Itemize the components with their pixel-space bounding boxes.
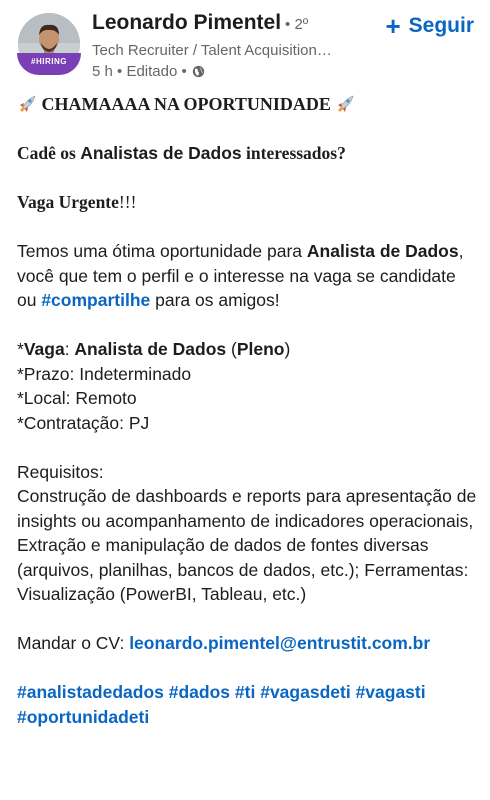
plus-icon: +	[385, 11, 401, 41]
post-title: CHAMAAAA NA OPORTUNIDADE	[41, 94, 331, 114]
post-time: 5 h • Editado •	[92, 63, 187, 80]
vaga-paren-open: (	[226, 339, 237, 359]
hashtags-line: #analistadedados #dados #ti #vagasdeti #…	[17, 680, 477, 729]
question-bold: Analistas de Dados	[80, 143, 242, 163]
hashtag-link[interactable]: #oportunidadeti	[17, 707, 149, 727]
intro-role: Analista de Dados	[306, 241, 459, 261]
requirements-title: Requisitos:	[17, 461, 104, 482]
hashtag-link[interactable]: #vagasdeti	[260, 682, 350, 702]
cv-label: Mandar o CV:	[17, 633, 130, 653]
author-name[interactable]: Leonardo Pimentel	[92, 11, 281, 35]
vaga-paren-close: )	[284, 339, 291, 359]
prazo-line: *Prazo: Indeterminado	[17, 363, 192, 384]
urgent-rest: !!!	[118, 192, 137, 212]
requirements-text: Construção de dashboards e reports para …	[17, 486, 477, 604]
contratacao-line: *Contratação: PJ	[17, 412, 150, 433]
follow-button[interactable]: + Seguir	[385, 11, 474, 41]
post-title-line: CHAMAAAA NA OPORTUNIDADE	[17, 92, 477, 117]
vaga-star: *	[17, 339, 24, 359]
cv-email-link[interactable]: leonardo.pimentel@entrustit.com.br	[129, 633, 430, 653]
linkedin-post: #HIRING Leonardo Pimentel • 2º Tech Recr…	[0, 0, 490, 800]
question-line: Cadê os Analistas de Dados interessados?	[17, 141, 477, 166]
rocket-icon	[20, 95, 36, 112]
post-header: #HIRING Leonardo Pimentel • 2º Tech Recr…	[0, 0, 490, 88]
vaga-role: Analista de Dados	[74, 339, 227, 359]
globe-icon	[192, 65, 204, 78]
question-post: interessados?	[241, 143, 346, 163]
urgent-line: Vaga Urgente!!!	[17, 190, 477, 215]
follow-label: Seguir	[408, 14, 474, 37]
author-name-row: Leonardo Pimentel • 2º	[92, 11, 308, 39]
post-body: CHAMAAAA NA OPORTUNIDADE Cadê os Analist…	[17, 90, 477, 729]
post-meta: 5 h • Editado •	[92, 63, 205, 80]
hashtag-link[interactable]: #vagasti	[356, 682, 426, 702]
hiring-badge: #HIRING	[17, 53, 81, 75]
intro-paragraph: Temos uma ótima oportunidade para Analis…	[17, 239, 477, 313]
hashtag-link[interactable]: #analistadedados	[17, 682, 164, 702]
intro-text-d: para os amigos!	[150, 290, 280, 310]
vaga-line: *Vaga: Analista de Dados (Pleno)	[17, 337, 477, 362]
connection-degree: • 2º	[285, 16, 309, 33]
vaga-level: Pleno	[236, 339, 285, 359]
rocket-icon	[338, 95, 354, 112]
intro-text-a: Temos uma ótima oportunidade para	[17, 241, 307, 261]
author-headline: Tech Recruiter / Talent Acquisition…	[92, 42, 332, 59]
hashtag-compartilhe[interactable]: #compartilhe	[41, 290, 150, 310]
urgent-bold: Vaga Urgente	[17, 192, 119, 212]
hashtag-link[interactable]: #dados	[169, 682, 230, 702]
vaga-colon: :	[64, 339, 75, 359]
vaga-label: Vaga	[23, 339, 65, 359]
cv-line: Mandar o CV: leonardo.pimentel@entrustit…	[17, 631, 477, 656]
question-pre: Cadê os	[17, 143, 81, 163]
local-line: *Local: Remoto	[17, 388, 137, 408]
hashtag-link[interactable]: #ti	[235, 682, 255, 702]
